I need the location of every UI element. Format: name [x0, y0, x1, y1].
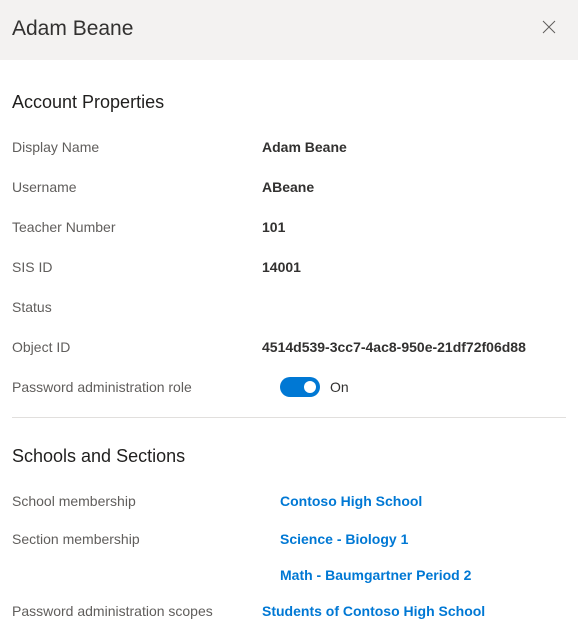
label-teacher-number: Teacher Number: [12, 219, 262, 235]
password-admin-role-toggle[interactable]: [280, 377, 320, 397]
value-sis-id: 14001: [262, 259, 301, 275]
panel-header: Adam Beane: [0, 0, 578, 60]
close-icon[interactable]: [538, 16, 560, 42]
label-object-id: Object ID: [12, 339, 262, 355]
label-display-name: Display Name: [12, 139, 262, 155]
row-status: Status: [12, 297, 566, 317]
panel-title: Adam Beane: [12, 17, 133, 41]
toggle-container: On: [280, 377, 349, 397]
section-divider: [12, 417, 566, 418]
label-password-admin-scopes: Password administration scopes: [12, 603, 262, 619]
label-section-membership-spacer: [12, 567, 280, 583]
link-password-admin-scopes[interactable]: Students of Contoso High School: [262, 603, 485, 619]
row-section-membership-extra: Math - Baumgartner Period 2: [12, 567, 566, 583]
link-school-membership[interactable]: Contoso High School: [280, 493, 422, 509]
row-password-admin-role: Password administration role On: [12, 377, 566, 397]
section-title-account-properties: Account Properties: [12, 92, 566, 113]
label-password-admin-role: Password administration role: [12, 379, 262, 395]
value-object-id: 4514d539-3cc7-4ac8-950e-21df72f06d88: [262, 339, 526, 355]
panel-content: Account Properties Display Name Adam Bea…: [0, 60, 578, 621]
label-status: Status: [12, 299, 262, 315]
label-section-membership: Section membership: [12, 531, 280, 547]
link-section-membership-2[interactable]: Math - Baumgartner Period 2: [280, 567, 471, 583]
section-title-schools-sections: Schools and Sections: [12, 446, 566, 467]
value-display-name: Adam Beane: [262, 139, 347, 155]
label-sis-id: SIS ID: [12, 259, 262, 275]
row-password-admin-scopes: Password administration scopes Students …: [12, 601, 566, 621]
value-username: ABeane: [262, 179, 314, 195]
row-object-id: Object ID 4514d539-3cc7-4ac8-950e-21df72…: [12, 337, 566, 357]
row-username: Username ABeane: [12, 177, 566, 197]
row-teacher-number: Teacher Number 101: [12, 217, 566, 237]
label-username: Username: [12, 179, 262, 195]
toggle-knob-icon: [304, 381, 316, 393]
toggle-state-label: On: [330, 379, 349, 395]
link-section-membership-1[interactable]: Science - Biology 1: [280, 531, 408, 547]
value-teacher-number: 101: [262, 219, 285, 235]
row-display-name: Display Name Adam Beane: [12, 137, 566, 157]
label-school-membership: School membership: [12, 493, 280, 509]
row-section-membership: Section membership Science - Biology 1: [12, 529, 566, 549]
row-sis-id: SIS ID 14001: [12, 257, 566, 277]
row-school-membership: School membership Contoso High School: [12, 491, 566, 511]
